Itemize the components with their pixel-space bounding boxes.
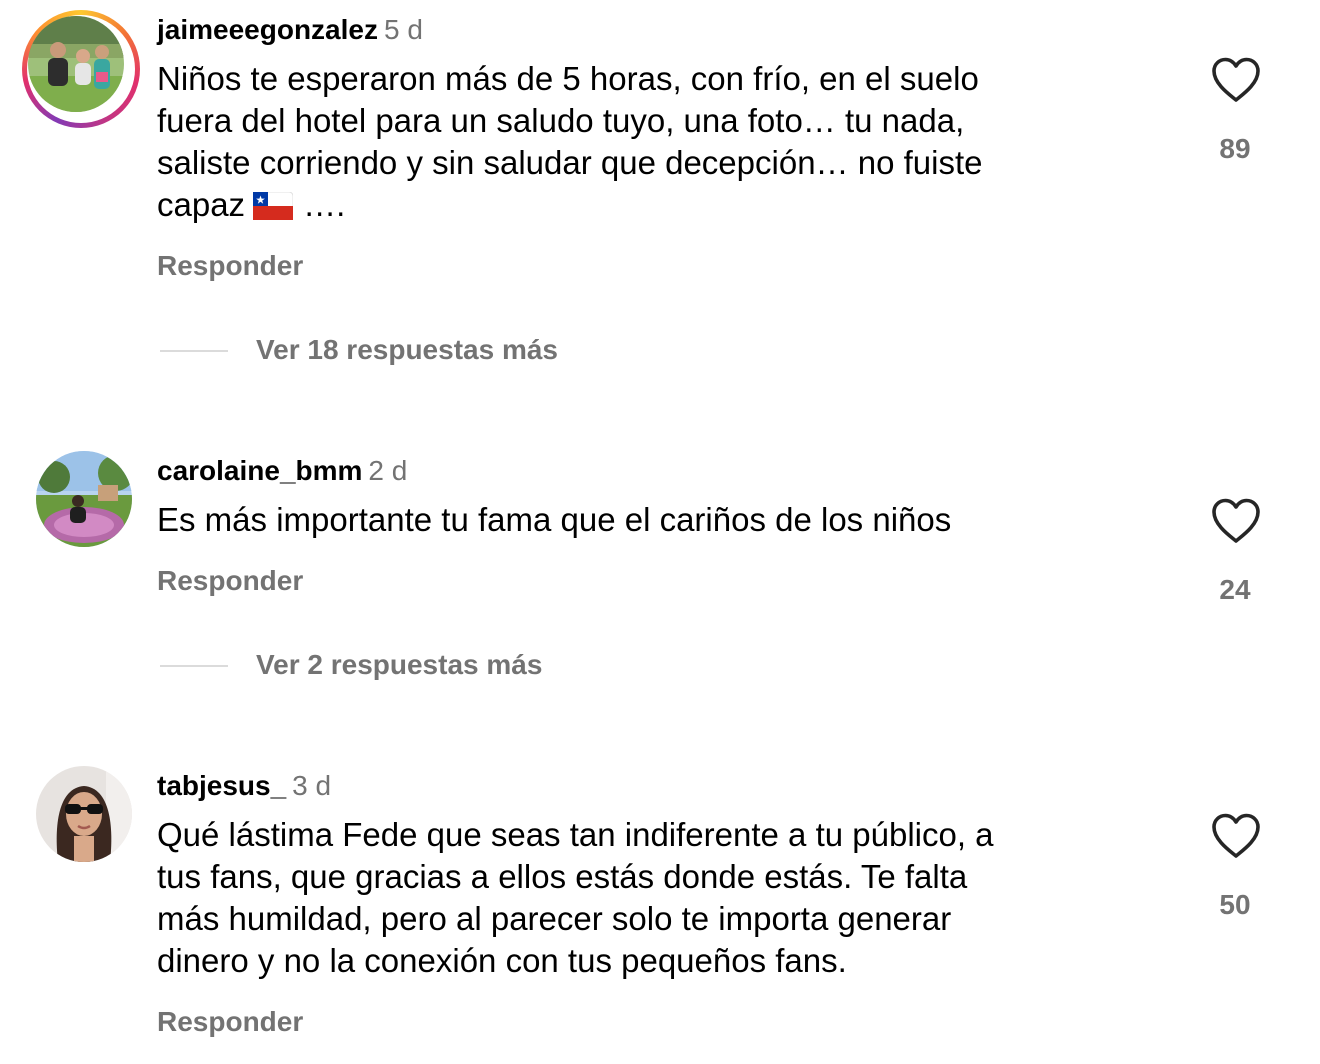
view-more-replies[interactable]: Ver 2 respuestas más (160, 648, 600, 682)
comment-item: jaimeeegonzalez 5 d Niños te esperaron má… (0, 0, 1320, 400)
comment-text: Qué lástima Fede que seas tan indiferent… (157, 814, 1147, 982)
comment-line: más humildad, pero al parecer solo te im… (157, 900, 952, 937)
reply-button[interactable]: Responder (157, 1005, 303, 1039)
divider-line (160, 350, 228, 352)
reply-button[interactable]: Responder (157, 564, 303, 598)
heart-outline-icon[interactable] (1210, 56, 1262, 104)
avatar[interactable] (28, 16, 124, 112)
timestamp: 2 d (368, 455, 408, 486)
username[interactable]: tabjesus_ (157, 770, 286, 801)
like-count: 24 (1219, 574, 1251, 605)
avatar[interactable] (36, 766, 132, 862)
view-more-replies-label: Ver 2 respuestas más (256, 649, 543, 680)
comment-line: Qué lástima Fede que seas tan indiferent… (157, 816, 994, 853)
timestamp: 3 d (292, 770, 332, 801)
comment-line: tus fans, que gracias a ellos estás dond… (157, 858, 968, 895)
timestamp: 5 d (383, 14, 423, 45)
avatar[interactable] (36, 451, 132, 547)
comment-header: jaimeeegonzalez 5 d (157, 13, 423, 47)
comment-line: fuera del hotel para un saludo tuyo, una… (157, 102, 965, 139)
heart-outline-icon[interactable] (1210, 497, 1262, 545)
comment-header: tabjesus_ 3 d (157, 769, 331, 803)
view-more-replies[interactable]: Ver 18 respuestas más (160, 333, 620, 367)
heart-outline-icon[interactable] (1210, 812, 1262, 860)
comment-line: Niños te esperaron más de 5 horas, con f… (157, 60, 979, 97)
view-more-replies-label: Ver 18 respuestas más (256, 334, 558, 365)
reply-button[interactable]: Responder (157, 249, 303, 283)
comment-line: capaz…. (157, 184, 1147, 230)
comment-header: carolaine_bmm 2 d (157, 454, 407, 488)
divider-line (160, 665, 228, 667)
story-ring[interactable] (22, 10, 140, 128)
comment-text: Niños te esperaron más de 5 horas, con f… (157, 58, 1147, 230)
username[interactable]: jaimeeegonzalez (157, 14, 378, 45)
comment-line: dinero y no la conexión con tus pequeños… (157, 942, 847, 979)
like-count: 50 (1219, 889, 1251, 920)
comment-line: Es más importante tu fama que el cariños… (157, 501, 952, 538)
comment-line: saliste corriendo y sin saludar que dece… (157, 144, 983, 181)
like-count: 89 (1219, 133, 1251, 164)
chile-flag-emoji (252, 188, 294, 230)
username[interactable]: carolaine_bmm (157, 455, 362, 486)
comment-text: Es más importante tu fama que el cariños… (157, 499, 1147, 541)
